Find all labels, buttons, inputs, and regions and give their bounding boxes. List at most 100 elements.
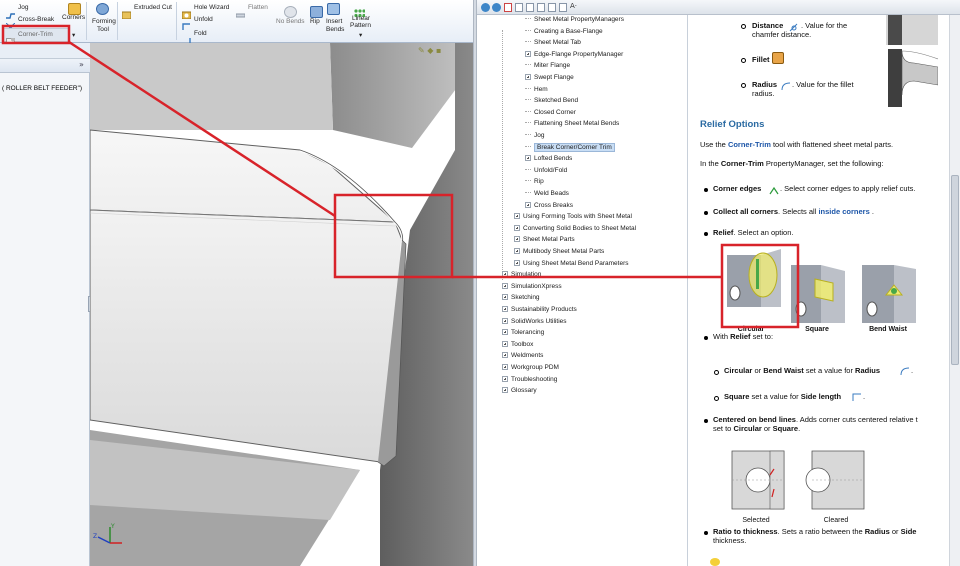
toc-item-label: Glossary (511, 387, 537, 395)
expand-panel-icon[interactable]: » (79, 60, 84, 69)
insert-bends-label-1[interactable]: Insert (326, 18, 342, 26)
toc-item[interactable]: Lofted Bends (525, 154, 572, 163)
expand-node-icon[interactable] (525, 155, 531, 162)
rip-button[interactable]: Rip (310, 18, 320, 26)
toc-item[interactable]: Tolerancing (502, 328, 544, 337)
fold-button[interactable]: Fold (194, 30, 207, 38)
expand-node-icon[interactable] (502, 364, 508, 370)
list-bullet (704, 419, 708, 423)
toc-item[interactable]: Sheet Metal Tab (525, 38, 581, 47)
print-icon[interactable] (537, 3, 545, 12)
toc-item[interactable]: Simulation (502, 270, 541, 279)
expand-node-icon[interactable] (525, 50, 531, 57)
toc-item[interactable]: Sheet Metal Parts (514, 235, 575, 244)
tools-icon[interactable] (559, 3, 567, 12)
list-bullet (741, 58, 746, 63)
toc-item-label: Lofted Bends (534, 155, 573, 163)
forming-tool-label-2[interactable]: Tool (97, 26, 109, 34)
linear-pattern-dropdown-arrow[interactable]: ▾ (359, 32, 362, 40)
expand-node-icon[interactable] (502, 387, 508, 394)
corner-trim-link[interactable]: Corner-Trim (728, 140, 771, 149)
toc-item[interactable]: Weldments (502, 351, 543, 360)
toc-item-label: Sheet Metal Tab (534, 39, 581, 47)
toc-item[interactable]: Edge-Flange PropertyManager (525, 50, 623, 59)
content-scrollbar[interactable] (949, 15, 960, 566)
font-size-button[interactable]: A· (570, 2, 577, 10)
toc-item-selected[interactable]: Break Corner/Corner Trim (525, 142, 615, 152)
help-window: A· Sheet Metal PropertyManagers Creating … (477, 0, 960, 566)
corner-edges-description: . Select corner edges to apply relief cu… (780, 184, 916, 193)
hole-wizard-button[interactable]: Hole Wizard (194, 4, 229, 12)
toc-item[interactable]: Unfold/Fold (525, 166, 567, 175)
view-heads-up-toolbar[interactable]: ✎ ◆ ▪ (418, 46, 441, 55)
insert-bends-label-2[interactable]: Bends (326, 26, 344, 34)
toc-item[interactable]: SolidWorks Utilities (502, 317, 567, 326)
toc-item[interactable]: Using Sheet Metal Bend Parameters (514, 259, 629, 268)
flatten-button[interactable]: Flatten (248, 4, 268, 12)
extruded-cut-button[interactable]: Extruded Cut (134, 4, 172, 12)
toc-item[interactable]: Rip (525, 177, 544, 186)
toc-item[interactable]: Multibody Sheet Metal Parts (514, 247, 604, 256)
refresh-icon[interactable] (515, 3, 523, 12)
toc-item[interactable]: Closed Corner (525, 108, 576, 117)
toc-item[interactable]: Sheet Metal PropertyManagers (525, 15, 624, 24)
toc-item[interactable]: Miter Flange (525, 61, 570, 70)
expand-node-icon[interactable] (502, 329, 508, 336)
tree-connector (525, 145, 531, 147)
feature-tree-part-name[interactable]: ( ROLLER BELT FEEDER") (2, 85, 82, 92)
expand-node-icon[interactable] (514, 236, 520, 243)
toc-item[interactable]: Toolbox (502, 340, 533, 349)
expand-node-icon[interactable] (502, 271, 508, 278)
toc-item[interactable]: Workgroup PDM (502, 363, 559, 372)
corner-trim-button[interactable]: Corner-Trim (18, 31, 53, 39)
tree-connector (525, 192, 531, 193)
expand-node-icon[interactable] (514, 224, 520, 231)
back-icon[interactable] (481, 3, 490, 12)
toc-item[interactable]: Sustainability Products (502, 305, 577, 314)
home-icon[interactable] (526, 3, 534, 12)
graphics-viewport[interactable] (89, 43, 473, 566)
expand-node-icon[interactable] (502, 282, 508, 289)
inside-corners-link[interactable]: inside corners (818, 207, 869, 216)
stop-icon[interactable] (504, 3, 512, 12)
unfold-button[interactable]: Unfold (194, 16, 213, 24)
options-icon[interactable] (548, 3, 556, 12)
expand-node-icon[interactable] (525, 74, 531, 80)
forming-tool-label-1[interactable]: Forming (92, 18, 116, 26)
expand-node-icon[interactable] (525, 201, 531, 208)
toc-item[interactable]: Jog (525, 131, 544, 140)
expand-node-icon[interactable] (502, 294, 508, 301)
toc-item[interactable]: Glossary (502, 386, 537, 395)
forward-icon[interactable] (492, 3, 501, 12)
corners-dropdown-arrow[interactable]: ▾ (72, 32, 75, 40)
ribbon-separator (176, 2, 177, 40)
toc-item[interactable]: Sketching (502, 293, 540, 302)
toc-item-label: SimulationXpress (511, 282, 562, 290)
expand-node-icon[interactable] (514, 248, 520, 254)
expand-node-icon[interactable] (502, 352, 508, 359)
expand-node-icon[interactable] (502, 340, 508, 347)
toc-item[interactable]: Troubleshooting (502, 375, 557, 384)
expand-node-icon[interactable] (514, 213, 520, 220)
toc-item[interactable]: Using Forming Tools with Sheet Metal (514, 212, 632, 221)
toc-item[interactable]: SimulationXpress (502, 282, 562, 291)
content-scroll-thumb[interactable] (951, 175, 959, 365)
toc-item[interactable]: Converting Solid Bodies to Sheet Metal (514, 224, 636, 233)
toc-item[interactable]: Swept Flange (525, 73, 574, 82)
toc-item[interactable]: Flattening Sheet Metal Bends (525, 119, 619, 128)
corners-button[interactable]: Corners (62, 14, 85, 22)
expand-node-icon[interactable] (502, 317, 508, 324)
expand-node-icon[interactable] (502, 375, 508, 382)
expand-node-icon[interactable] (502, 306, 508, 312)
extruded-cut-icon (121, 4, 132, 20)
linear-pattern-label-2[interactable]: Pattern (350, 22, 371, 30)
toc-item[interactable]: Weld Beads (525, 189, 569, 198)
toc-item[interactable]: Hem (525, 85, 548, 94)
toc-item[interactable]: Sketched Bend (525, 96, 578, 105)
toc-item[interactable]: Creating a Base-Flange (525, 27, 603, 36)
jog-button[interactable]: Jog (18, 4, 28, 12)
expand-node-icon[interactable] (514, 259, 520, 266)
toc-item[interactable]: Cross Breaks (525, 201, 573, 210)
cross-break-button[interactable]: Cross-Break (18, 16, 54, 24)
no-bends-button[interactable]: No Bends (276, 18, 305, 26)
